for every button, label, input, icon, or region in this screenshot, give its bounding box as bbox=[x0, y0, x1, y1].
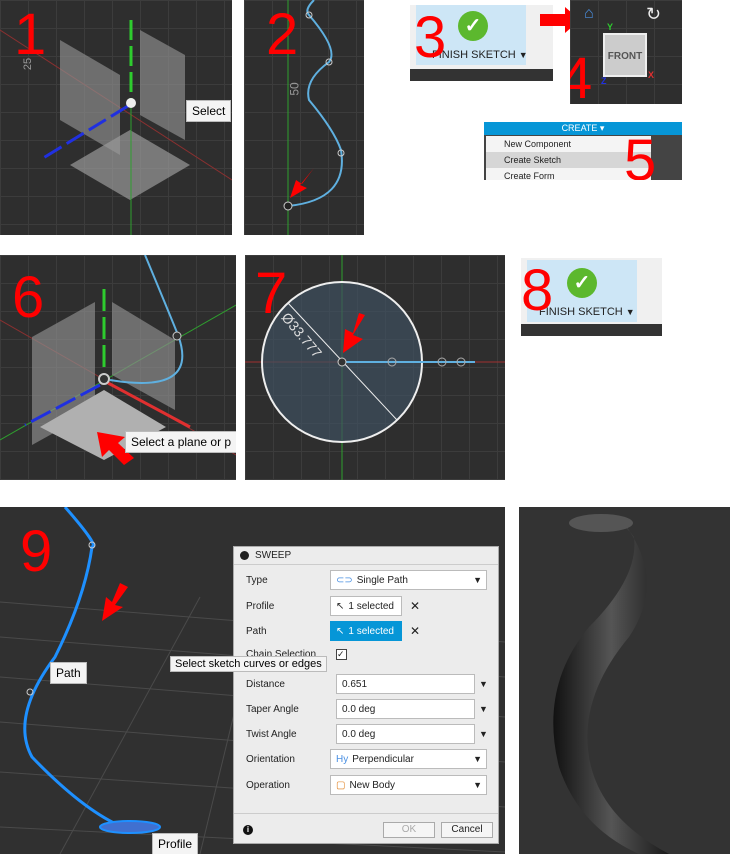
finish-sketch-button[interactable]: FINISH SKETCH ▼ bbox=[432, 49, 528, 61]
path-label: Path bbox=[246, 625, 267, 637]
tooltip: Select sketch curves or edges bbox=[170, 656, 327, 672]
new-body-icon: ▢ bbox=[336, 779, 346, 791]
perpendicular-icon: Hy bbox=[336, 753, 349, 765]
step-number: 9 bbox=[20, 519, 53, 584]
path-label: Path bbox=[50, 662, 87, 684]
operation-select[interactable]: ▢ New Body ▼ bbox=[330, 775, 487, 795]
axis-y-label: Y bbox=[607, 22, 614, 32]
single-path-icon: ⊂⊃ bbox=[336, 574, 353, 586]
twist-angle-input[interactable]: 0.0 deg bbox=[336, 724, 475, 744]
cursor-icon: ↖ bbox=[336, 600, 345, 612]
twist-angle-label: Twist Angle bbox=[246, 728, 297, 740]
step-number: 4 bbox=[570, 46, 593, 105]
cursor-icon: ↖ bbox=[336, 625, 345, 637]
step-number: 3 bbox=[414, 5, 447, 70]
view-cube-front[interactable]: FRONT bbox=[603, 33, 647, 77]
cancel-button[interactable]: Cancel bbox=[441, 822, 493, 838]
profile-label: Profile bbox=[246, 600, 275, 612]
distance-dropdown[interactable]: ▼ bbox=[479, 679, 488, 689]
type-label: Type bbox=[246, 574, 268, 586]
distance-input[interactable]: 0.651 bbox=[336, 674, 475, 694]
path-selection[interactable]: ↖ 1 selected bbox=[330, 621, 402, 641]
step-1-panel: 1 25 Select bbox=[0, 0, 232, 235]
check-icon: ✓ bbox=[458, 11, 488, 41]
axis-z-label: Z bbox=[601, 76, 607, 86]
ok-button[interactable]: OK bbox=[383, 822, 435, 838]
tooltip: Select bbox=[186, 100, 232, 122]
step-number: 8 bbox=[521, 258, 554, 323]
clear-path-button[interactable]: ✕ bbox=[410, 624, 420, 638]
step-number: 7 bbox=[255, 261, 288, 326]
dimension-label: 25 bbox=[22, 57, 35, 71]
sweep-dialog: SWEEP Type ⊂⊃ Single Path ▼ Profile ↖ 1 selec… bbox=[233, 546, 499, 844]
tooltip: Select a plane or p bbox=[125, 431, 236, 453]
clear-profile-button[interactable]: ✕ bbox=[410, 599, 420, 613]
check-icon: ✓ bbox=[567, 268, 597, 298]
collapse-icon[interactable] bbox=[240, 551, 249, 560]
profile-selection[interactable]: ↖ 1 selected bbox=[330, 596, 402, 616]
orientation-label: Orientation bbox=[246, 753, 295, 765]
step-2-panel: 2 50 bbox=[244, 0, 364, 235]
type-select[interactable]: ⊂⊃ Single Path ▼ bbox=[330, 570, 487, 590]
axis-x-label: X bbox=[648, 70, 655, 80]
step-7-panel: 7 Ø33.777 bbox=[245, 255, 505, 480]
sketch-spline bbox=[283, 0, 345, 235]
home-icon[interactable]: ⌂ bbox=[584, 5, 594, 23]
step-number: 2 bbox=[266, 2, 299, 67]
finish-sketch-button[interactable]: FINISH SKETCH ▼ bbox=[539, 306, 635, 318]
operation-label: Operation bbox=[246, 779, 290, 791]
rotate-icon[interactable]: ↻ bbox=[646, 4, 661, 25]
step-4-viewcube: ⌂ FRONT Y X Z ↻ 4 bbox=[570, 0, 682, 104]
dialog-title: SWEEP bbox=[255, 550, 292, 561]
distance-label: Distance bbox=[246, 678, 285, 690]
step-5-create-menu: CREATE ▾ New Component Create Sketch Cre… bbox=[484, 122, 682, 180]
orientation-select[interactable]: Hy Perpendicular ▼ bbox=[330, 749, 487, 769]
step-number: 5 bbox=[624, 128, 657, 181]
taper-dropdown[interactable]: ▼ bbox=[479, 704, 488, 714]
taper-angle-label: Taper Angle bbox=[246, 703, 299, 715]
profile-label: Profile bbox=[152, 833, 199, 854]
swept-body bbox=[553, 514, 669, 854]
step-number: 6 bbox=[12, 265, 45, 330]
info-icon[interactable]: i bbox=[243, 825, 253, 835]
taper-angle-input[interactable]: 0.0 deg bbox=[336, 699, 475, 719]
dimension-label: 50 bbox=[287, 82, 302, 96]
chain-selection-checkbox[interactable]: ✓ bbox=[336, 649, 347, 660]
step-number: 1 bbox=[14, 2, 47, 67]
twist-dropdown[interactable]: ▼ bbox=[479, 729, 488, 739]
step-8-panel: ✓ FINISH SKETCH ▼ 8 bbox=[521, 258, 662, 336]
step-3-panel: ✓ FINISH SKETCH ▼ 3 bbox=[410, 5, 553, 81]
sweep-result-panel bbox=[519, 507, 730, 854]
step-6-panel: 6 Select a plane or p bbox=[0, 255, 236, 480]
